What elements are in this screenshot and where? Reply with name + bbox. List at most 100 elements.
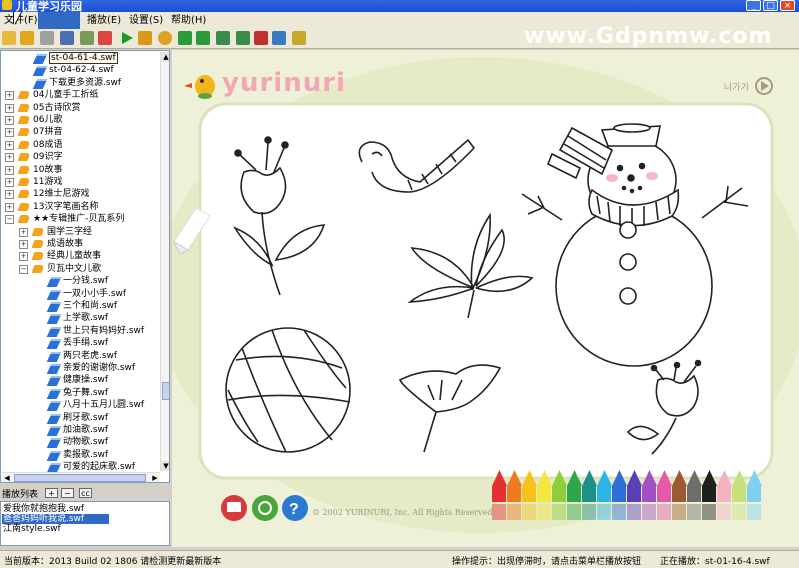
playlist-add-button[interactable]: + bbox=[45, 488, 58, 498]
crayon-body-6[interactable] bbox=[567, 486, 581, 502]
scroll-left-icon[interactable]: ◀ bbox=[2, 473, 12, 482]
expand-icon[interactable]: + bbox=[5, 103, 14, 113]
crayon-body-2[interactable] bbox=[507, 486, 521, 502]
crayon-tint-6[interactable] bbox=[567, 504, 581, 520]
crayon-tint-15[interactable] bbox=[702, 504, 716, 520]
expand-icon[interactable]: + bbox=[5, 202, 14, 212]
record-icon[interactable] bbox=[98, 31, 112, 45]
playlist-clear-button[interactable]: cc bbox=[79, 488, 92, 498]
crayon-body-5[interactable] bbox=[552, 486, 566, 502]
expand-icon[interactable]: + bbox=[5, 178, 14, 187]
crayon-body-4[interactable] bbox=[537, 486, 551, 502]
volume-down-icon[interactable] bbox=[236, 31, 250, 45]
collapse-icon[interactable]: − bbox=[5, 215, 14, 225]
crayon-body-8[interactable] bbox=[597, 486, 611, 502]
replay-button[interactable] bbox=[252, 495, 278, 521]
crayon-body-9[interactable] bbox=[612, 486, 626, 502]
crayon-tint-13[interactable] bbox=[672, 504, 686, 520]
next-icon[interactable] bbox=[196, 31, 210, 45]
help-button[interactable]: ? bbox=[282, 495, 308, 521]
tree-item-label: st-04-61-4.swf bbox=[49, 52, 118, 64]
crayon-tint-17[interactable] bbox=[732, 504, 746, 520]
scroll-right-icon[interactable]: ▶ bbox=[150, 473, 160, 482]
scroll-thumb[interactable] bbox=[162, 382, 169, 400]
expand-icon[interactable]: + bbox=[19, 240, 28, 249]
crayon-tint-2[interactable] bbox=[507, 504, 521, 520]
tools-icon[interactable] bbox=[40, 31, 54, 45]
crayon-body-11[interactable] bbox=[642, 486, 656, 502]
playlist-remove-button[interactable]: − bbox=[61, 488, 74, 498]
menu-settings[interactable]: 设置(S) bbox=[126, 13, 166, 28]
play-icon[interactable] bbox=[120, 31, 134, 45]
screen-icon[interactable] bbox=[60, 31, 74, 45]
expand-icon[interactable]: + bbox=[5, 91, 14, 101]
crayon-tint-14[interactable] bbox=[687, 504, 701, 520]
expand-icon[interactable]: + bbox=[5, 116, 14, 125]
pause-icon[interactable] bbox=[138, 31, 152, 45]
scroll-h-thumb[interactable] bbox=[14, 474, 146, 482]
crayon-tint-3[interactable] bbox=[522, 504, 536, 520]
print-button[interactable] bbox=[221, 495, 247, 521]
crayon-body-1[interactable] bbox=[492, 486, 506, 502]
tree-horizontal-scrollbar[interactable]: ◀ ▶ bbox=[2, 472, 160, 482]
expand-icon[interactable]: + bbox=[5, 140, 14, 150]
menu-play[interactable]: 播放(E) bbox=[84, 13, 124, 28]
crayon-tint-10[interactable] bbox=[627, 504, 641, 520]
fullscreen-icon[interactable] bbox=[272, 31, 286, 45]
close-button[interactable]: × bbox=[780, 0, 795, 11]
crayon-tint-9[interactable] bbox=[612, 504, 626, 520]
crayon-tint-12[interactable] bbox=[657, 504, 671, 520]
crayon-tint-18[interactable] bbox=[747, 504, 761, 520]
settings-icon[interactable] bbox=[292, 31, 306, 45]
crayon-body-7[interactable] bbox=[582, 486, 596, 502]
expand-icon[interactable]: + bbox=[5, 128, 14, 138]
maximize-button[interactable]: □ bbox=[763, 0, 778, 11]
flash-player-area[interactable]: ? yurinuri 나가기 © 2002 YURINURI, Inc. All… bbox=[172, 50, 799, 547]
playlist-item[interactable]: 江南style.swf bbox=[3, 524, 61, 534]
scroll-up-icon[interactable]: ▲ bbox=[161, 52, 169, 62]
tree-item-label: 上学歌.swf bbox=[63, 313, 109, 324]
crayon-tint-8[interactable] bbox=[597, 504, 611, 520]
expand-icon[interactable]: + bbox=[19, 227, 28, 237]
crayon-tint-4[interactable] bbox=[537, 504, 551, 520]
exit-label[interactable]: 나가기 bbox=[724, 80, 749, 93]
open-folder-icon[interactable] bbox=[2, 31, 16, 45]
crayon-tint-5[interactable] bbox=[552, 504, 566, 520]
tree-item-label: 06儿歌 bbox=[33, 115, 63, 125]
playlist-item-selected[interactable]: 爸爸妈妈听我说.swf bbox=[2, 514, 109, 524]
playlist: 爱我你就抱抱我.swf 爸爸妈妈听我说.swf 江南style.swf bbox=[0, 501, 170, 546]
crayon-body-13[interactable] bbox=[672, 486, 686, 502]
menu-help[interactable]: 帮助(H) bbox=[168, 13, 209, 28]
playlist-item[interactable]: 爱我你就抱抱我.swf bbox=[3, 504, 84, 514]
crayon-body-12[interactable] bbox=[657, 486, 671, 502]
svg-text:?: ? bbox=[289, 501, 299, 518]
volume-up-icon[interactable] bbox=[216, 31, 230, 45]
expand-icon[interactable]: + bbox=[5, 153, 14, 163]
tree-item-label: 07拼音 bbox=[33, 127, 63, 138]
expand-icon[interactable]: + bbox=[5, 165, 14, 175]
expand-icon[interactable]: + bbox=[19, 252, 28, 262]
folder-icon bbox=[31, 227, 45, 236]
crayon-body-18[interactable] bbox=[747, 486, 761, 502]
crayon-body-17[interactable] bbox=[732, 486, 746, 502]
ball-drawing[interactable] bbox=[225, 327, 351, 453]
crayon-tint-11[interactable] bbox=[642, 504, 656, 520]
minimize-button[interactable]: _ bbox=[746, 0, 761, 11]
expand-icon[interactable]: + bbox=[5, 190, 14, 200]
refresh-icon[interactable] bbox=[20, 31, 34, 45]
crayon-body-15[interactable] bbox=[702, 486, 716, 502]
crayon-body-14[interactable] bbox=[687, 486, 701, 502]
capture-icon[interactable] bbox=[80, 31, 94, 45]
crayon-tint-7[interactable] bbox=[582, 504, 596, 520]
previous-icon[interactable] bbox=[178, 31, 192, 45]
crayon-tint-16[interactable] bbox=[717, 504, 731, 520]
mute-icon[interactable] bbox=[254, 31, 268, 45]
tree-vertical-scrollbar[interactable]: ▲ ▼ bbox=[160, 52, 169, 471]
collapse-icon[interactable]: − bbox=[19, 264, 28, 274]
crayon-body-3[interactable] bbox=[522, 486, 536, 502]
folder-icon bbox=[17, 140, 31, 149]
crayon-body-16[interactable] bbox=[717, 486, 731, 502]
stop-icon[interactable] bbox=[158, 31, 172, 45]
scroll-down-icon[interactable]: ▼ bbox=[161, 461, 169, 471]
crayon-body-10[interactable] bbox=[627, 486, 641, 502]
